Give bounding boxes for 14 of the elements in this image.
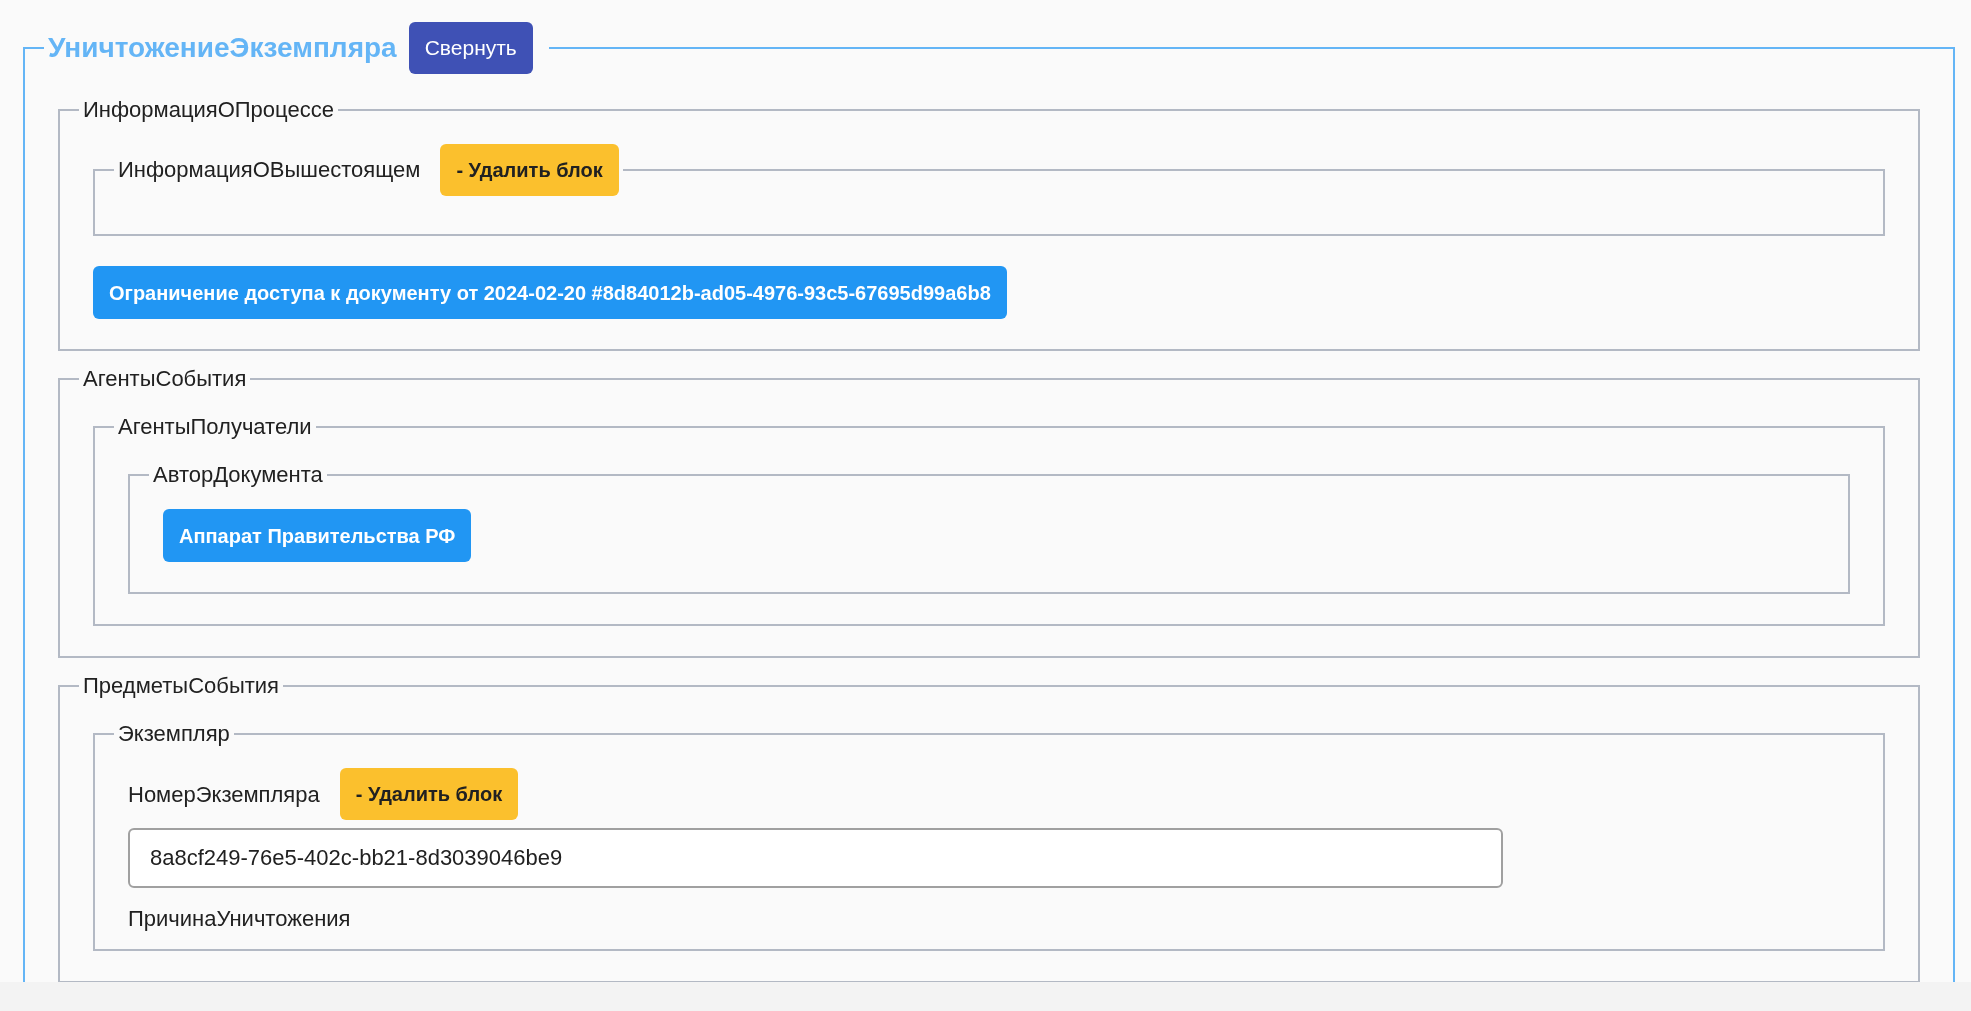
field-label: НомерЭкземпляра bbox=[128, 780, 320, 809]
collapse-button[interactable]: Свернуть bbox=[408, 22, 533, 74]
delete-block-button[interactable]: - Удалить блок bbox=[440, 144, 619, 196]
group-label: ИнформацияОПроцессе bbox=[83, 96, 334, 124]
delete-block-button[interactable]: - Удалить блок bbox=[339, 768, 519, 820]
group-label: АвторДокумента bbox=[153, 461, 323, 489]
text-input-field[interactable]: 8a8cf249-76e5-402c-bb21-8d3039046be9 bbox=[128, 828, 1503, 888]
section-title: УничтожениеЭкземпляра bbox=[48, 31, 397, 65]
group-label: ИнформацияОВышестоящем bbox=[118, 156, 421, 184]
group-label: Экземпляр bbox=[118, 720, 230, 748]
group-label: АгентыСобытия bbox=[83, 365, 247, 393]
group-label: ПредметыСобытия bbox=[83, 672, 279, 700]
field-label: ПричинаУничтожения bbox=[128, 905, 351, 933]
group-label: АгентыПолучатели bbox=[118, 413, 312, 441]
